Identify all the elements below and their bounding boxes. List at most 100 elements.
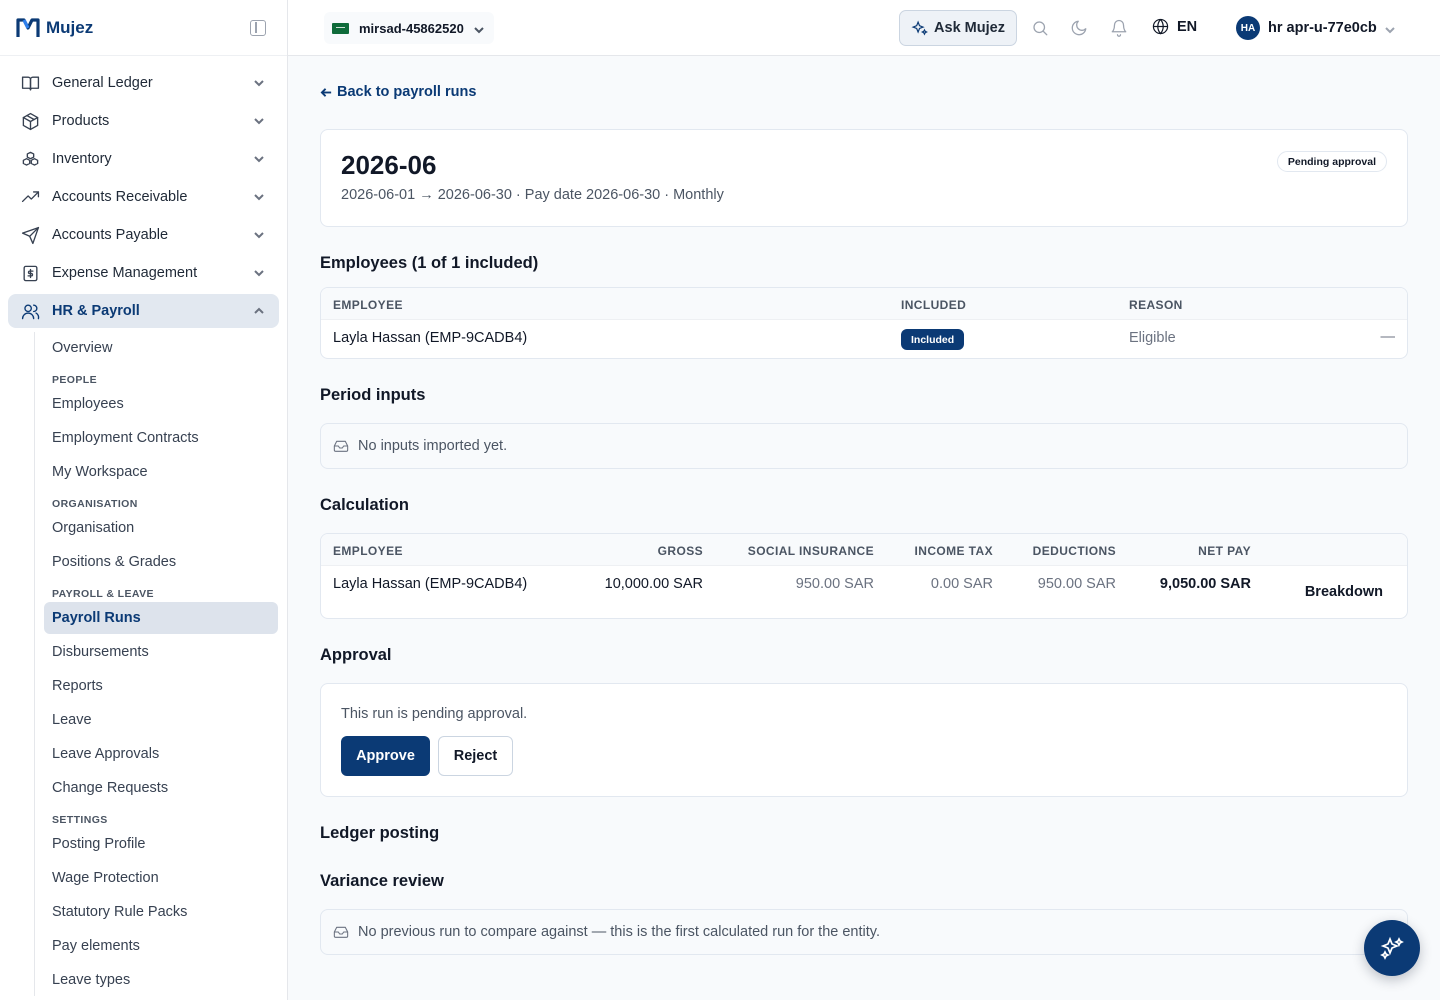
avatar: HA (1236, 16, 1260, 40)
sidebar-item-accounts-receivable[interactable]: Accounts Receivable (8, 180, 279, 214)
sparkles-icon (911, 20, 928, 36)
subnav-leave-approvals[interactable]: Leave Approvals (44, 738, 278, 770)
mujez-logo-icon (16, 17, 40, 37)
column-header-deductions: DEDUCTIONS (1032, 544, 1116, 558)
subnav-pay-elements[interactable]: Pay elements (44, 930, 278, 962)
subnav-reports[interactable]: Reports (44, 670, 278, 702)
sidebar-item-accounts-payable[interactable]: Accounts Payable (8, 218, 279, 252)
gross-value: 10,000.00 SAR (604, 576, 703, 592)
approve-button[interactable]: Approve (341, 736, 430, 776)
employee-name: Layla Hassan (EMP-9CADB4) (333, 330, 528, 346)
column-header-reason: REASON (1129, 298, 1183, 312)
empty-state: No previous run to compare against — thi… (333, 924, 880, 940)
subnav-payroll-runs[interactable]: Payroll Runs (44, 602, 278, 634)
variance-review-section-title: Variance review (320, 872, 444, 890)
calculation-section-title: Calculation (320, 496, 409, 514)
sidebar-collapse-icon[interactable] (250, 20, 266, 36)
approval-card: This run is pending approval. Approve Re… (320, 683, 1408, 797)
boxes-icon (20, 149, 40, 169)
user-menu[interactable]: HA hr apr-u-77e0cb (1236, 16, 1395, 40)
chevron-down-icon (253, 115, 265, 127)
subnav-statutory-rule-packs[interactable]: Statutory Rule Packs (44, 896, 278, 928)
employees-section-title: Employees (1 of 1 included) (320, 254, 539, 272)
approval-section-title: Approval (320, 646, 392, 664)
entity-switcher[interactable]: mirsad-45862520 (324, 12, 494, 44)
sidebar-item-expense-management[interactable]: Expense Management (8, 256, 279, 290)
subnav-section-organisation: ORGANISATION (52, 498, 138, 510)
reason-text: Eligible (1129, 330, 1176, 346)
subnav-employment-contracts[interactable]: Employment Contracts (44, 422, 278, 454)
income-tax-value: 0.00 SAR (930, 576, 993, 592)
sidebar-item-label: Accounts Payable (52, 227, 169, 243)
table-header: EMPLOYEE GROSS SOCIAL INSURANCE INCOME T… (321, 534, 1407, 566)
sidebar-item-general-ledger[interactable]: General Ledger (8, 66, 279, 100)
subnav-leave-types[interactable]: Leave types (44, 964, 278, 996)
approval-text: This run is pending approval. (341, 706, 528, 722)
subnav-positions-grades[interactable]: Positions & Grades (44, 546, 278, 578)
subnav-posting-profile[interactable]: Posting Profile (44, 828, 278, 860)
subnav-employees[interactable]: Employees (44, 388, 278, 420)
table-row: Layla Hassan (EMP-9CADB4) Included Eligi… (321, 320, 1407, 358)
table-row: Layla Hassan (EMP-9CADB4) 10,000.00 SAR … (321, 566, 1407, 618)
inbox-icon (333, 926, 349, 938)
chevron-down-icon (253, 77, 265, 89)
column-header-gross: GROSS (657, 544, 703, 558)
subnav-change-requests[interactable]: Change Requests (44, 772, 278, 804)
social-insurance-value: 950.00 SAR (795, 576, 874, 592)
bell-icon[interactable] (1110, 19, 1128, 37)
receipt-icon (20, 263, 40, 283)
hr-subnav: Overview PEOPLE Employees Employment Con… (34, 332, 287, 996)
subnav-overview[interactable]: Overview (44, 332, 278, 364)
sidebar-item-label: Inventory (52, 151, 112, 167)
period-inputs-empty: No inputs imported yet. (320, 423, 1408, 469)
subnav-section-settings: SETTINGS (52, 814, 108, 826)
globe-icon (1152, 18, 1169, 35)
send-icon (20, 225, 40, 245)
empty-state-text: No previous run to compare against — thi… (358, 924, 880, 940)
ask-mujez-label: Ask Mujez (934, 20, 1005, 36)
deductions-value: 950.00 SAR (1037, 576, 1116, 592)
column-header-included: INCLUDED (901, 298, 967, 312)
users-icon (20, 301, 40, 321)
subnav-leave[interactable]: Leave (44, 704, 278, 736)
sidebar: Mujez General Ledger Products Inventory … (0, 0, 288, 1000)
ledger-posting-section-title: Ledger posting (320, 824, 440, 842)
table-header: EMPLOYEE INCLUDED REASON (321, 288, 1407, 320)
ask-mujez-button[interactable]: Ask Mujez (899, 10, 1017, 46)
back-to-payroll-runs-link[interactable]: Back to payroll runs (320, 84, 476, 100)
net-pay-value: 9,050.00 SAR (1159, 576, 1251, 592)
status-badge: Pending approval (1276, 151, 1387, 172)
search-icon[interactable] (1031, 19, 1049, 37)
variance-review-empty: No previous run to compare against — thi… (320, 909, 1408, 955)
sidebar-item-label: General Ledger (52, 75, 153, 91)
employee-name: Layla Hassan (EMP-9CADB4) (333, 576, 528, 592)
brand[interactable]: Mujez (0, 0, 287, 56)
sidebar-item-label: HR & Payroll (52, 303, 140, 319)
subnav-wage-protection[interactable]: Wage Protection (44, 862, 278, 894)
column-header-social-insurance: SOCIAL INSURANCE (747, 544, 874, 558)
subnav-organisation[interactable]: Organisation (44, 512, 278, 544)
period-inputs-section-title: Period inputs (320, 386, 426, 404)
moon-icon[interactable] (1070, 19, 1088, 37)
chevron-down-icon (253, 267, 265, 279)
language-switcher[interactable]: EN (1152, 18, 1197, 35)
reject-button[interactable]: Reject (438, 736, 513, 776)
sidebar-item-products[interactable]: Products (8, 104, 279, 138)
sparkles-icon (1380, 936, 1404, 960)
calculation-table: EMPLOYEE GROSS SOCIAL INSURANCE INCOME T… (320, 533, 1408, 619)
row-action-dash[interactable]: — (1381, 329, 1396, 345)
book-open-icon (20, 73, 40, 93)
subnav-disbursements[interactable]: Disbursements (44, 636, 278, 668)
sidebar-item-inventory[interactable]: Inventory (8, 142, 279, 176)
sidebar-item-label: Expense Management (52, 265, 198, 281)
sidebar-item-hr-payroll[interactable]: HR & Payroll (8, 294, 279, 328)
breakdown-button[interactable]: Breakdown (1305, 584, 1383, 600)
column-header-income-tax: INCOME TAX (914, 544, 993, 558)
subnav-my-workspace[interactable]: My Workspace (44, 456, 278, 488)
assistant-fab-button[interactable] (1364, 920, 1420, 976)
arrow-left-icon (320, 87, 332, 97)
chevron-down-icon (253, 153, 265, 165)
chevron-down-icon (1385, 23, 1395, 34)
trending-up-icon (20, 187, 40, 207)
page-title: 2026-06 (341, 150, 437, 180)
